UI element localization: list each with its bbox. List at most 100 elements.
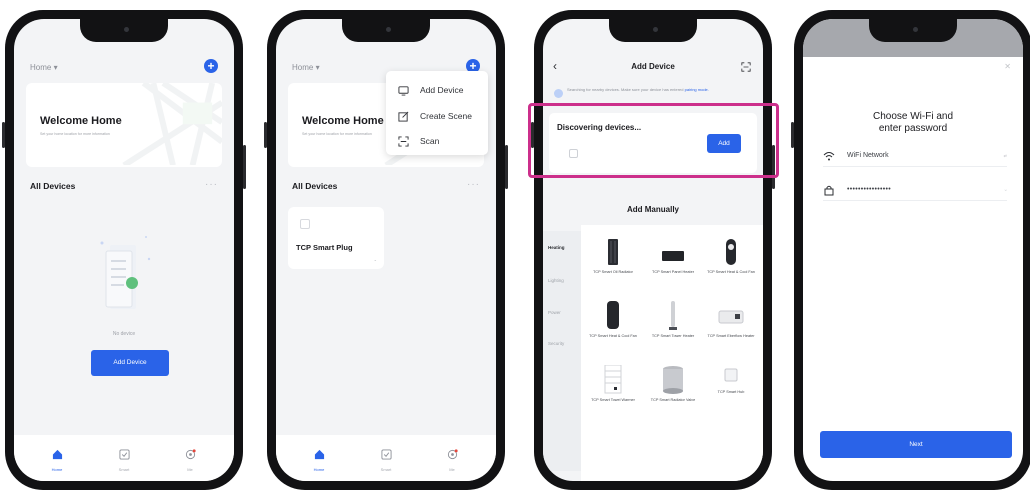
search-info: Searching for nearby devices. Make sure … — [567, 87, 684, 92]
category-lighting[interactable]: Lighting — [548, 278, 564, 283]
discovering-highlight-box — [528, 103, 779, 178]
more-icon[interactable]: ··· — [467, 179, 480, 190]
product-name: TCP Smart Heat & Cool Fan — [707, 270, 755, 274]
next-button[interactable]: Next — [820, 431, 1012, 458]
wall-heater-icon — [718, 310, 744, 324]
profile-icon — [185, 449, 196, 460]
product-name: TCP Smart Oil Radiator — [593, 270, 633, 274]
empty-document-icon — [100, 236, 151, 309]
notch — [342, 19, 430, 42]
wifi-title-line2: enter password — [878, 123, 948, 134]
more-icon[interactable]: ··· — [205, 179, 218, 190]
fan-heater-icon — [607, 301, 619, 329]
device-name: TCP Smart Plug — [296, 243, 353, 252]
profile-icon — [447, 449, 458, 460]
product-heat-cool-fan-2[interactable]: TCP Smart Heat & Cool Fan — [584, 301, 642, 339]
valve-icon — [663, 366, 683, 394]
category-sidebar: Heating Lighting Power Security — [543, 231, 581, 471]
tab-home[interactable]: Home — [38, 447, 76, 472]
screen: ✕ Choose Wi-Fi and enter password WiFi N… — [803, 19, 1023, 481]
edit-icon — [398, 111, 409, 122]
home-selector[interactable]: Home ▾ — [292, 63, 320, 72]
menu-item-label: Scan — [420, 136, 440, 146]
password-value: •••••••••••••••• — [847, 186, 892, 193]
tab-smart-label: Smart — [380, 467, 392, 472]
welcome-title: Welcome Home — [40, 115, 122, 127]
pairing-mode-link[interactable]: pairing mode. — [685, 87, 709, 92]
page-title: Add Device — [631, 62, 675, 71]
notch — [80, 19, 168, 42]
wifi-network-field[interactable]: WiFi Network ⇄ — [823, 145, 1007, 167]
radar-icon — [554, 89, 563, 98]
tab-home[interactable]: Home — [300, 447, 338, 472]
radiator-icon — [608, 239, 618, 265]
menu-item-create-scene[interactable]: Create Scene — [398, 107, 472, 125]
category-security[interactable]: Security — [548, 341, 564, 346]
home-selector[interactable]: Home ▾ — [30, 63, 58, 72]
product-eberflow-heater[interactable]: TCP Smart Eberflow Heater — [702, 301, 760, 339]
phone-home-empty: Home ▾ + Welcome Home Set your home loca… — [2, 10, 246, 490]
switch-network-icon[interactable]: ⇄ — [1004, 153, 1007, 158]
category-power[interactable]: Power — [548, 310, 561, 315]
device-card-smart-plug[interactable]: TCP Smart Plug ⌄ — [288, 207, 384, 269]
screen: Home ▾ + Welcome Home Set your home loca… — [14, 19, 234, 481]
phone-home-menu: Home ▾ + Welcome Home Set your home loca… — [264, 10, 508, 490]
wifi-title: Choose Wi-Fi and enter password — [803, 111, 1023, 135]
product-name: TCP Smart Eberflow Heater — [707, 334, 755, 338]
product-towel-warmer[interactable]: TCP Smart Towel Warmer — [584, 365, 642, 403]
product-oil-radiator[interactable]: TCP Smart Oil Radiator — [584, 239, 642, 275]
tab-me[interactable]: Me — [171, 447, 209, 472]
scan-icon — [398, 135, 409, 147]
tower-heater-icon — [669, 301, 677, 330]
tab-smart[interactable]: Smart — [367, 447, 405, 472]
close-icon[interactable]: ✕ — [1004, 62, 1011, 71]
menu-item-label: Add Device — [420, 85, 464, 95]
checklist-icon — [118, 449, 130, 460]
hub-icon — [724, 368, 738, 382]
tab-me[interactable]: Me — [433, 447, 471, 472]
menu-item-add-device[interactable]: Add Device — [398, 81, 463, 99]
wifi-title-line1: Choose Wi-Fi and — [872, 111, 954, 122]
search-info-text: Searching for nearby devices. Make sure … — [567, 87, 737, 93]
panel-heater-icon — [662, 251, 684, 261]
wifi-password-field[interactable]: •••••••••••••••• ⌣ — [823, 179, 1007, 201]
tab-bar: Home Smart Me — [276, 435, 496, 481]
welcome-subtitle: Set your home location for more informat… — [40, 132, 110, 136]
phone-add-device: ‹ Add Device Searching for nearby device… — [531, 10, 775, 490]
scan-icon[interactable] — [741, 62, 751, 72]
add-manually-title: Add Manually — [626, 205, 679, 214]
tab-smart[interactable]: Smart — [105, 447, 143, 472]
tab-me-label: Me — [187, 467, 193, 472]
wifi-network-name: WiFi Network — [847, 152, 889, 159]
add-device-button[interactable]: Add Device — [91, 350, 169, 376]
welcome-title: Welcome Home — [302, 115, 384, 127]
product-panel-heater[interactable]: TCP Smart Panel Heater — [644, 239, 702, 275]
add-plus-button[interactable]: + — [204, 59, 218, 73]
welcome-card[interactable]: Welcome Home Set your home location for … — [26, 83, 222, 167]
fan-icon — [726, 239, 736, 265]
show-password-icon[interactable]: ⌣ — [1004, 187, 1007, 192]
product-name: TCP Smart Towel Warmer — [591, 398, 635, 402]
product-smart-hub[interactable]: TCP Smart Hub — [702, 365, 760, 395]
product-tower-heater[interactable]: TCP Smart Tower Heater — [644, 301, 702, 339]
plug-icon — [300, 219, 310, 229]
tab-home-label: Home — [51, 467, 63, 472]
screen: Home ▾ + Welcome Home Set your home loca… — [276, 19, 496, 481]
product-name: TCP Smart Radiator Valve — [650, 398, 696, 402]
phone-wifi: ✕ Choose Wi-Fi and enter password WiFi N… — [791, 10, 1030, 490]
chevron-down-icon: ⌄ — [373, 257, 377, 262]
product-name: TCP Smart Panel Heater — [652, 270, 694, 274]
home-icon — [314, 449, 324, 460]
screen: ‹ Add Device Searching for nearby device… — [543, 19, 763, 481]
home-icon — [52, 449, 62, 460]
category-heating[interactable]: Heating — [548, 245, 565, 250]
wifi-icon — [823, 151, 835, 160]
tab-home-label: Home — [313, 467, 325, 472]
checklist-icon — [380, 449, 392, 460]
lock-icon — [824, 185, 834, 195]
product-name: TCP Smart Tower Heater — [651, 334, 695, 338]
tab-smart-label: Smart — [118, 467, 130, 472]
menu-item-scan[interactable]: Scan — [398, 132, 439, 150]
product-heat-cool-fan[interactable]: TCP Smart Heat & Cool Fan — [702, 239, 760, 275]
product-radiator-valve[interactable]: TCP Smart Radiator Valve — [644, 365, 702, 403]
